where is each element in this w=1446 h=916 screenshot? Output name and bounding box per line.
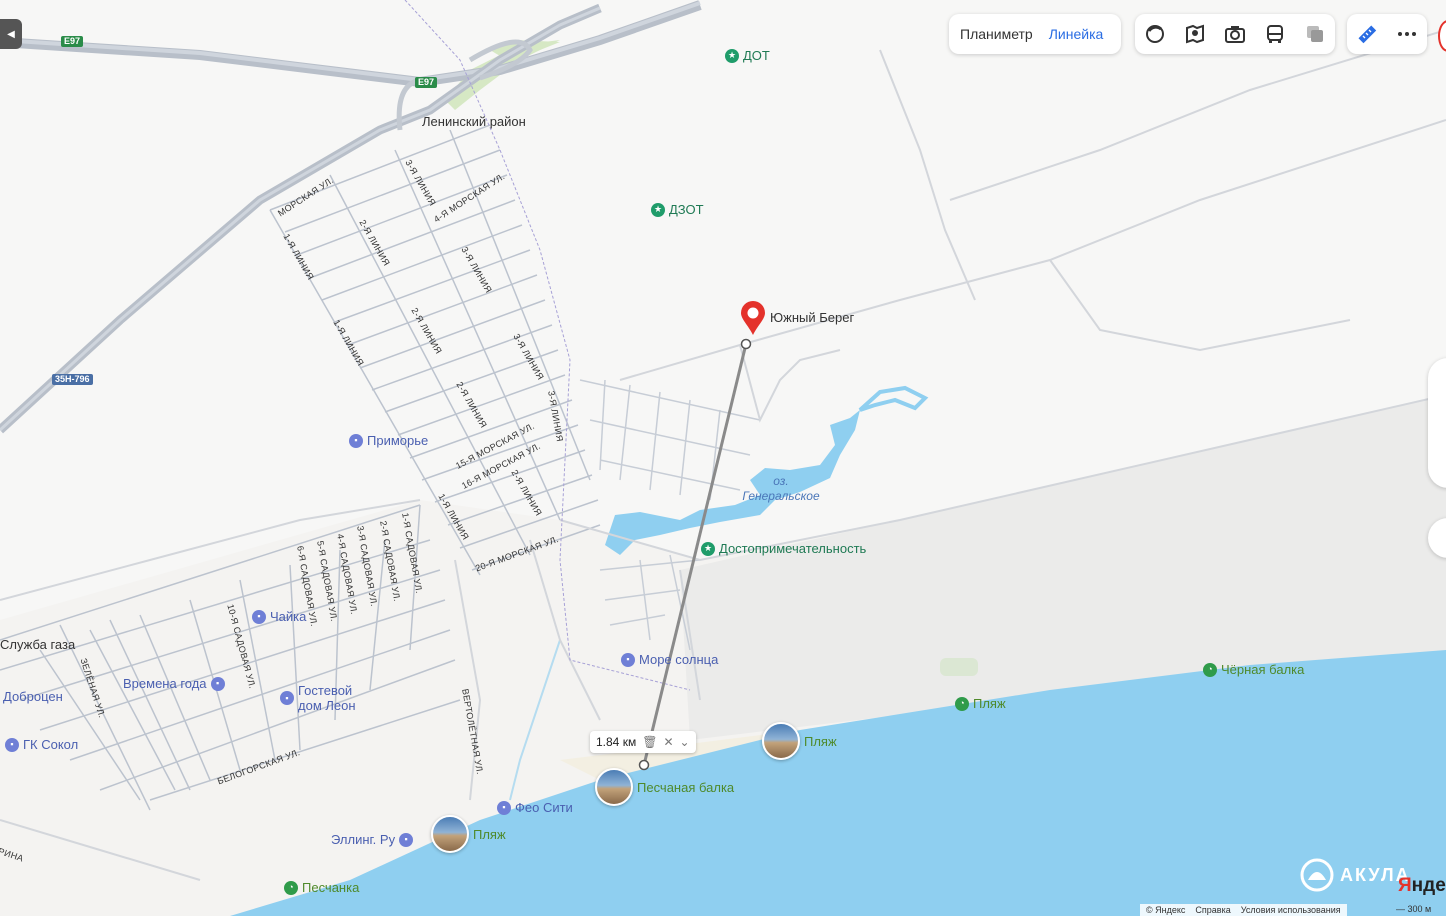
- yandex-logo[interactable]: Янде: [1398, 875, 1446, 897]
- hotel-icon: ▪: [399, 832, 414, 847]
- zoom-control[interactable]: [1428, 358, 1446, 488]
- ruler-tab[interactable]: Линейка: [1041, 26, 1112, 42]
- traffic-icon[interactable]: [1295, 14, 1335, 54]
- poi-beach-3[interactable]: Пляж: [431, 815, 506, 853]
- map-scale: — 300 м: [1396, 904, 1432, 914]
- photo-icon[interactable]: [1215, 14, 1255, 54]
- poi-chernaya-balka[interactable]: ◔ Чёрная балка: [1203, 662, 1304, 677]
- delete-icon[interactable]: 🗑: [642, 735, 657, 749]
- star-icon: ★: [701, 541, 715, 556]
- beach-photo: [595, 768, 633, 806]
- poi-dzot[interactable]: ★ ДЗОТ: [651, 202, 704, 217]
- poi-vremena-goda[interactable]: Времена года ▪: [123, 676, 225, 691]
- beach-icon: ◔: [284, 880, 298, 895]
- poi-gas-service[interactable]: Служба газа: [0, 637, 75, 652]
- poi-beach-1[interactable]: ◔ Пляж: [955, 696, 1006, 711]
- close-icon[interactable]: ✕: [663, 735, 673, 749]
- collapse-panel-button[interactable]: ◀: [0, 19, 22, 49]
- poi-chayka[interactable]: ▪ Чайка: [252, 609, 306, 624]
- road-shield-e97: E97: [61, 36, 84, 47]
- beach-icon: ◔: [1203, 662, 1217, 677]
- map-footer: © Яндекс Справка Условия использования: [1140, 904, 1347, 916]
- car-icon: ▪: [5, 737, 19, 752]
- hotel-icon: ▪: [349, 433, 363, 448]
- beach-photo: [431, 815, 469, 853]
- planimeter-tab[interactable]: Планиметр: [949, 26, 1041, 42]
- poi-feo-city[interactable]: ▪ Фео Сити: [497, 800, 573, 815]
- more-icon[interactable]: [1387, 14, 1427, 54]
- beach-icon: ◔: [955, 696, 969, 711]
- ruler-distance-popup: 1.84 км 🗑 ✕ ⌄: [590, 731, 696, 753]
- poi-beach-2[interactable]: Пляж: [762, 722, 837, 760]
- poi-dot[interactable]: ★ ДОТ: [725, 48, 770, 63]
- measure-toolbar: Планиметр Линейка: [949, 14, 1121, 54]
- help-link[interactable]: Справка: [1195, 904, 1230, 916]
- lake-label: оз. Генеральское: [742, 474, 820, 503]
- road-shield-e97-2: E97: [415, 77, 438, 88]
- poi-landmark[interactable]: ★ Достопримечательность: [701, 541, 866, 556]
- hotel-icon: ▪: [252, 609, 266, 624]
- poi-guest-house[interactable]: ▪ Гостевой дом Леон: [280, 683, 360, 713]
- transit-icon[interactable]: [1255, 14, 1295, 54]
- star-icon: ★: [651, 202, 665, 217]
- ruler-icon[interactable]: [1347, 14, 1387, 54]
- tools-toolbar: [1347, 14, 1427, 54]
- copyright-text: © Яндекс: [1146, 905, 1186, 915]
- poi-dobrotsen[interactable]: Доброцен: [3, 689, 63, 704]
- ruler-start-point: [740, 338, 752, 350]
- hotel-icon: ▪: [621, 652, 635, 667]
- hotel-icon: ▪: [497, 800, 511, 815]
- beach-photo: [762, 722, 800, 760]
- district-label: Ленинский район: [422, 114, 526, 129]
- layers-icon[interactable]: [1135, 14, 1175, 54]
- hotel-icon: ▪: [210, 676, 225, 691]
- road-shield-35n796: 35Н-796: [52, 374, 93, 385]
- watermark: АКУЛА: [1300, 858, 1411, 892]
- poi-peschanka[interactable]: ◔ Песчанка: [284, 880, 359, 895]
- poi-primorye[interactable]: ▪ Приморье: [349, 433, 428, 448]
- shark-logo-icon: [1300, 858, 1334, 892]
- distance-value: 1.84 км: [596, 735, 637, 749]
- poi-elling[interactable]: Эллинг. Ру ▪: [331, 832, 414, 847]
- chevron-down-icon[interactable]: ⌄: [680, 735, 690, 749]
- hotel-icon: ▪: [280, 691, 294, 705]
- layers-toolbar: [1135, 14, 1335, 54]
- poi-more-solntsa[interactable]: ▪ Море солнца: [621, 652, 718, 667]
- terms-link[interactable]: Условия использования: [1241, 904, 1341, 916]
- marker-label[interactable]: Южный Берег: [770, 310, 854, 325]
- panorama-icon[interactable]: [1175, 14, 1215, 54]
- poi-gk-sokol[interactable]: ▪ ГК Сокол: [5, 737, 78, 752]
- poi-peschanaya-balka[interactable]: Песчаная балка: [595, 768, 734, 806]
- star-icon: ★: [725, 48, 739, 63]
